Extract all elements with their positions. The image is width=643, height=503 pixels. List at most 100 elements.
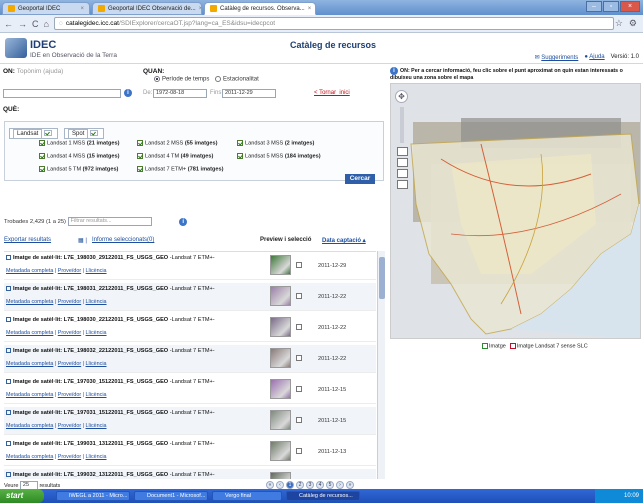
landsat-checkbox[interactable] — [44, 130, 53, 136]
seasonality-radio[interactable] — [215, 76, 222, 82]
home-icon[interactable]: ⌂ — [44, 19, 49, 29]
toponym-input[interactable] — [3, 89, 121, 98]
result-title[interactable]: Imatge de satèl·lit: L7E_198030_29122011… — [6, 255, 215, 261]
tab-spot[interactable]: Spot — [64, 128, 105, 139]
page-button[interactable]: › — [336, 481, 344, 489]
page-button[interactable]: 2 — [296, 481, 304, 489]
license-link[interactable]: Llicència — [86, 454, 107, 460]
start-button[interactable]: start — [0, 489, 44, 503]
forward-icon[interactable]: → — [18, 19, 27, 29]
result-row[interactable]: Imatge de satèl·lit: L7E_198030_29122011… — [4, 252, 376, 280]
zoom-slider[interactable] — [400, 107, 404, 143]
metadata-link[interactable]: Metadada completa — [6, 454, 53, 460]
expand-icon[interactable] — [6, 348, 11, 354]
minimize-icon[interactable]: – — [586, 1, 602, 12]
page-button[interactable]: 5 — [326, 481, 334, 489]
result-thumbnail[interactable] — [270, 472, 291, 479]
sensor-option[interactable]: Landsat 3 MSS (2 imatges) — [237, 140, 314, 146]
expand-icon[interactable] — [6, 317, 11, 323]
provider-link[interactable]: Proveïdor — [58, 392, 81, 398]
sensor-checkbox[interactable] — [39, 166, 45, 172]
pan-control-icon[interactable]: ✥ — [395, 90, 408, 103]
result-row[interactable]: Imatge de satèl·lit: L7E_198032_22122011… — [4, 345, 376, 373]
map-view[interactable]: ✥ — [390, 83, 641, 339]
result-title[interactable]: Imatge de satèl·lit: L7E_198030_22122011… — [6, 317, 215, 323]
select-checkbox[interactable] — [296, 355, 302, 361]
scrollbar-thumb[interactable] — [379, 257, 385, 299]
report-selected-link[interactable]: Informe seleccionats(0) — [92, 237, 154, 243]
select-checkbox[interactable] — [296, 386, 302, 392]
license-link[interactable]: Llicència — [86, 423, 107, 429]
page-button[interactable]: « — [266, 481, 274, 489]
result-thumbnail[interactable] — [270, 348, 291, 368]
wrench-icon[interactable]: ⚙ — [629, 18, 637, 29]
info-icon[interactable]: i — [124, 89, 132, 97]
browser-tab-3[interactable]: Catàleg de recursos. Observa... × — [204, 2, 316, 15]
result-row[interactable]: Imatge de satèl·lit: L7E_198030_22122011… — [4, 314, 376, 342]
sensor-checkbox[interactable] — [137, 166, 143, 172]
maximize-icon[interactable]: ▫ — [603, 1, 619, 12]
result-thumbnail[interactable] — [270, 255, 291, 275]
sensor-checkbox[interactable] — [137, 153, 143, 159]
license-link[interactable]: Llicència — [86, 330, 107, 336]
reload-icon[interactable]: C — [32, 19, 39, 29]
expand-icon[interactable] — [6, 472, 11, 478]
page-button[interactable]: 1 — [286, 481, 294, 489]
sensor-option[interactable]: Landsat 5 TM (972 imatges) — [39, 166, 118, 172]
provider-link[interactable]: Proveïdor — [58, 423, 81, 429]
spot-checkbox[interactable] — [90, 130, 99, 136]
close-tab-icon[interactable]: × — [196, 6, 201, 12]
from-date-input[interactable]: 1972-08-18 — [153, 89, 207, 98]
close-tab-icon[interactable]: × — [305, 6, 312, 12]
back-icon[interactable]: ← — [4, 19, 13, 29]
sensor-option[interactable]: Landsat 4 MSS (15 imatges) — [39, 153, 119, 159]
provider-link[interactable]: Proveïdor — [58, 454, 81, 460]
result-title[interactable]: Imatge de satèl·lit: L7E_197031_15122011… — [6, 410, 215, 416]
results-scrollbar[interactable] — [377, 251, 385, 479]
result-row[interactable]: Imatge de satèl·lit: L7E_197031_15122011… — [4, 407, 376, 435]
help-link[interactable]: ● Ajuda — [584, 54, 604, 61]
select-checkbox[interactable] — [296, 293, 302, 299]
clear-map-icon[interactable] — [396, 180, 408, 189]
draw-point-icon[interactable] — [396, 147, 408, 156]
taskbar-item[interactable]: Vergo final — [212, 491, 282, 501]
result-row[interactable]: Imatge de satèl·lit: L7E_199032_13122011… — [4, 469, 376, 479]
sensor-checkbox[interactable] — [237, 153, 243, 159]
back-home-link[interactable]: < Tornar_inici — [314, 90, 350, 96]
metadata-link[interactable]: Metadada completa — [6, 423, 53, 429]
browser-tab-1[interactable]: Geoportal IDEC × — [2, 2, 90, 15]
result-title[interactable]: Imatge de satèl·lit: L7E_197030_15122011… — [6, 379, 215, 385]
address-bar[interactable]: ◌ catalegidec.icc.cat /SDIExplorer/cerca… — [53, 17, 614, 30]
date-column-header[interactable]: Data captació ▴ — [322, 237, 366, 244]
tab-landsat[interactable]: Landsat — [9, 128, 59, 139]
page-button[interactable]: 4 — [316, 481, 324, 489]
result-title[interactable]: Imatge de satèl·lit: L7E_198031_22122011… — [6, 286, 215, 292]
export-results-link[interactable]: Exportar resultats — [4, 237, 51, 243]
provider-link[interactable]: Proveïdor — [58, 299, 81, 305]
sensor-option[interactable]: Landsat 7 ETM+ (781 imatges) — [137, 166, 224, 172]
license-link[interactable]: Llicència — [86, 392, 107, 398]
expand-icon[interactable] — [6, 410, 11, 416]
metadata-link[interactable]: Metadada completa — [6, 268, 53, 274]
select-checkbox[interactable] — [296, 448, 302, 454]
page-button[interactable]: » — [346, 481, 354, 489]
sensor-checkbox[interactable] — [137, 140, 143, 146]
select-checkbox[interactable] — [296, 324, 302, 330]
select-checkbox[interactable] — [296, 417, 302, 423]
expand-icon[interactable] — [6, 379, 11, 385]
info-icon[interactable]: i — [179, 217, 188, 226]
result-thumbnail[interactable] — [270, 441, 291, 461]
to-date-input[interactable]: 2011-12-29 — [222, 89, 276, 98]
sensor-checkbox[interactable] — [237, 140, 243, 146]
filter-results-input[interactable]: Filtrar resultats... — [67, 217, 152, 226]
result-row[interactable]: Imatge de satèl·lit: L7E_199031_13122011… — [4, 438, 376, 466]
sensor-option[interactable]: Landsat 4 TM (49 imatges) — [137, 153, 213, 159]
result-thumbnail[interactable] — [270, 317, 291, 337]
expand-icon[interactable] — [6, 286, 11, 292]
result-title[interactable]: Imatge de satèl·lit: L7E_199031_13122011… — [6, 441, 215, 447]
page-button[interactable]: ‹ — [276, 481, 284, 489]
taskbar-item-active[interactable]: Catàleg de recursos... — [286, 491, 360, 501]
result-thumbnail[interactable] — [270, 379, 291, 399]
provider-link[interactable]: Proveïdor — [58, 268, 81, 274]
result-title[interactable]: Imatge de satèl·lit: L7E_199032_13122011… — [6, 472, 215, 478]
